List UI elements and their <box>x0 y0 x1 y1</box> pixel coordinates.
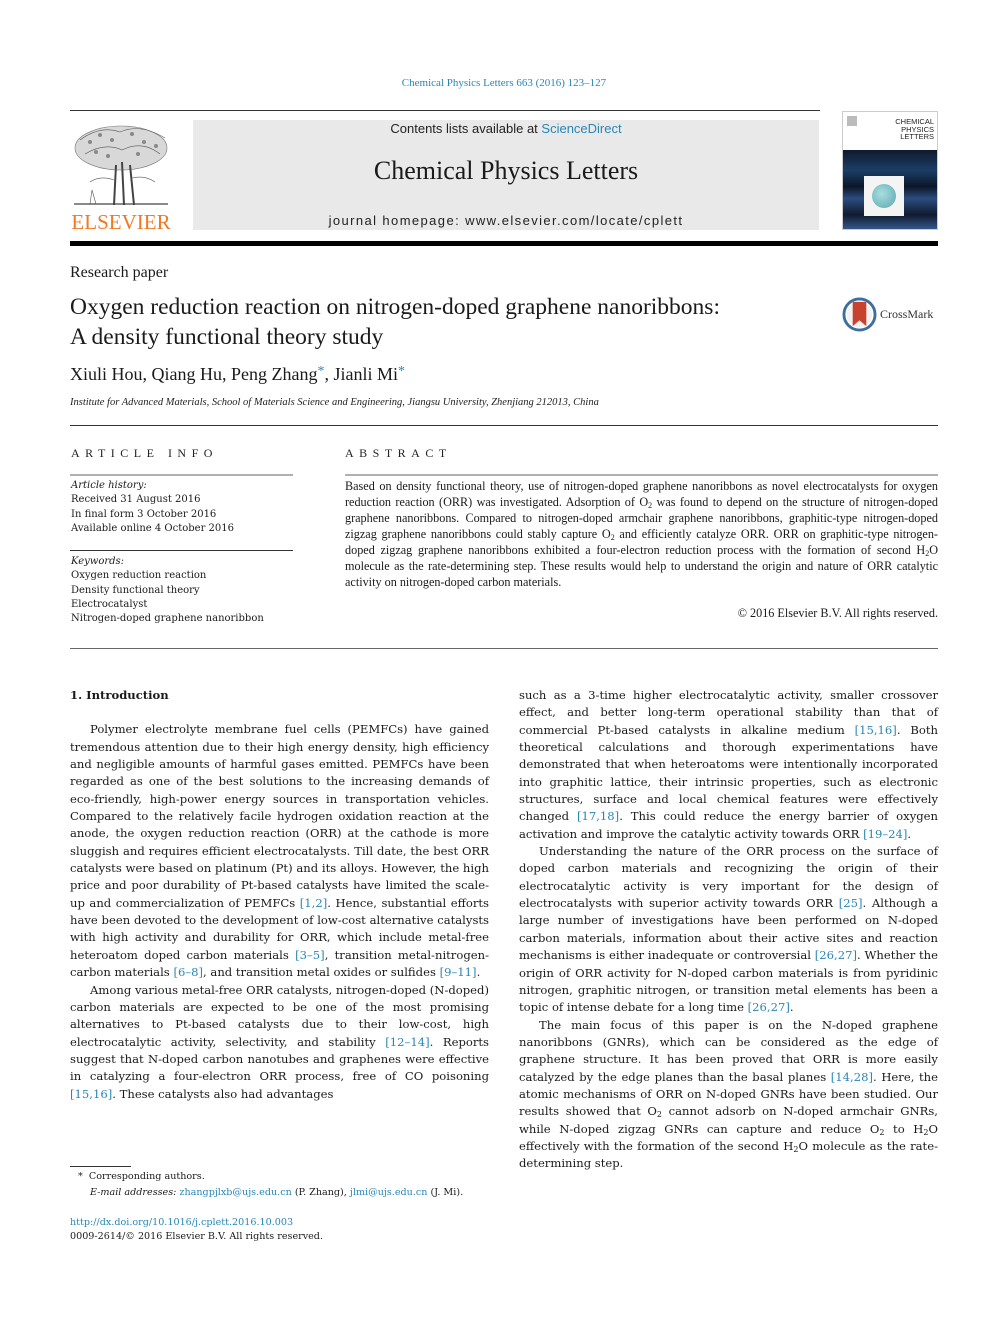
crossmark-icon <box>842 297 877 332</box>
paragraph: Understanding the nature of the ORR proc… <box>519 843 938 1016</box>
authors-group-2[interactable]: , Jianli Mi <box>324 364 398 384</box>
footnote-corresponding: * Corresponding authors. <box>78 1171 205 1182</box>
cover-title: CHEMICAL PHYSICS LETTERS <box>895 118 934 141</box>
affiliation: Institute for Advanced Materials, School… <box>70 397 599 408</box>
cover-publisher-icon <box>847 116 857 126</box>
footnote-rule <box>70 1166 131 1167</box>
cover-molecule-image <box>864 176 904 216</box>
citation-link[interactable]: [19–24] <box>863 827 907 841</box>
email-owner: (J. Mi). <box>427 1187 464 1198</box>
molecule-sphere-icon <box>872 184 896 208</box>
section-heading: 1. Introduction <box>70 688 169 702</box>
email-owner: (P. Zhang), <box>291 1187 350 1198</box>
corresponding-author-marker[interactable]: * <box>398 364 405 379</box>
paragraph: Among various metal-free ORR catalysts, … <box>70 982 489 1103</box>
body-rule <box>70 648 938 649</box>
body-column-right: such as a 3-time higher electrocatalytic… <box>519 687 938 1173</box>
keyword-item: Electrocatalyst <box>71 598 148 610</box>
email-link[interactable]: jlmi@ujs.edu.cn <box>350 1187 428 1198</box>
text-run: , and transition metal oxides or sulfide… <box>203 965 440 980</box>
footnote-emails: E-mail addresses: zhangpjlxb@ujs.edu.cn … <box>90 1187 463 1198</box>
history-item: In final form 3 October 2016 <box>71 508 217 520</box>
section-rule <box>70 425 938 426</box>
keyword-item: Density functional theory <box>71 584 200 596</box>
contents-line: Contents lists available at ScienceDirec… <box>193 121 819 136</box>
doi-link[interactable]: http://dx.doi.org/10.1016/j.cplett.2016.… <box>70 1217 293 1228</box>
footnote-text: Corresponding authors. <box>88 1171 205 1182</box>
keywords-label: Keywords: <box>71 556 125 567</box>
citation-link[interactable]: [17,18] <box>577 809 619 823</box>
footnote-marker: * <box>78 1171 83 1182</box>
elsevier-logo[interactable]: ELSEVIER <box>70 120 172 234</box>
citation-link[interactable]: [25] <box>839 896 863 910</box>
contents-prefix: Contents lists available at <box>390 121 542 136</box>
crossmark-button[interactable]: CrossMark <box>842 297 942 333</box>
article-info-heading: ARTICLE INFO <box>71 446 218 460</box>
history-label: Article history: <box>71 480 147 491</box>
citation-link[interactable]: [9–11] <box>440 965 477 979</box>
journal-title: Chemical Physics Letters <box>373 156 639 185</box>
history-item: Available online 4 October 2016 <box>71 522 234 534</box>
abstract-text: Based on density functional theory, use … <box>345 478 938 590</box>
elsevier-wordmark: ELSEVIER <box>71 210 171 234</box>
text-run: to H <box>884 1121 924 1136</box>
text-run: . <box>789 1000 794 1015</box>
author-list: Xiuli Hou, Qiang Hu, Peng Zhang *, Jianli… <box>70 364 405 385</box>
cover-header: CHEMICAL PHYSICS LETTERS <box>843 112 937 150</box>
authors-group-1[interactable]: Xiuli Hou, Qiang Hu, Peng Zhang <box>70 364 317 384</box>
text-run: . <box>476 965 481 980</box>
citation-link[interactable]: [6–8] <box>173 965 203 979</box>
journal-homepage: journal homepage: www.elsevier.com/locat… <box>193 213 819 228</box>
email-link[interactable]: zhangpjlxb@ujs.edu.cn <box>179 1187 291 1198</box>
issn-copyright: 0009-2614/© 2016 Elsevier B.V. All right… <box>70 1231 323 1242</box>
abstract-copyright: © 2016 Elsevier B.V. All rights reserved… <box>737 606 938 620</box>
title-line: Oxygen reduction reaction on nitrogen-do… <box>70 294 720 320</box>
keyword-item: Nitrogen-doped graphene nanoribbon <box>71 613 264 625</box>
abstract-heading: ABSTRACT <box>345 446 452 460</box>
journal-citation-link[interactable]: Chemical Physics Letters 663 (2016) 123–… <box>0 77 992 89</box>
citation-link[interactable]: [12–14] <box>385 1035 429 1049</box>
text-run: Polymer electrolyte membrane fuel cells … <box>70 722 489 910</box>
homepage-link[interactable]: www.elsevier.com/locate/cplett <box>465 213 683 228</box>
journal-cover-thumbnail[interactable]: CHEMICAL PHYSICS LETTERS <box>842 111 938 230</box>
citation-link[interactable]: [14,28] <box>831 1070 873 1084</box>
title-line: A density functional theory study <box>70 324 384 350</box>
header-thick-rule <box>70 241 938 246</box>
header-rule <box>70 110 820 111</box>
journal-banner: Contents lists available at ScienceDirec… <box>193 120 819 230</box>
homepage-prefix: journal homepage: <box>328 213 466 228</box>
article-history: Article history: Received 31 August 2016… <box>71 479 293 536</box>
body-column-left: 1. Introduction Polymer electrolyte memb… <box>70 687 489 1103</box>
citation-link[interactable]: [3–5] <box>295 948 325 962</box>
paragraph: Polymer electrolyte membrane fuel cells … <box>70 721 489 981</box>
crossmark-label: CrossMark <box>880 307 934 321</box>
keywords-rule <box>70 550 293 551</box>
article-title: Oxygen reduction reaction on nitrogen-do… <box>70 292 830 352</box>
history-item: Received 31 August 2016 <box>71 494 201 506</box>
citation-link[interactable]: [26,27] <box>748 1000 790 1014</box>
citation-link[interactable]: [15,16] <box>70 1087 112 1101</box>
citation-link[interactable]: [15,16] <box>855 723 897 737</box>
text-run: . <box>907 826 912 841</box>
paragraph: such as a 3-time higher electrocatalytic… <box>519 687 938 843</box>
paragraph: The main focus of this paper is on the N… <box>519 1017 938 1173</box>
abstract-rule <box>345 474 938 476</box>
citation-link[interactable]: [26,27] <box>815 948 857 962</box>
email-label: E-mail addresses: <box>90 1187 180 1198</box>
keyword-item: Oxygen reduction reaction <box>71 570 207 582</box>
keywords: Keywords: Oxygen reduction reaction Dens… <box>71 555 293 626</box>
text-run: . These catalysts also had advantages <box>112 1086 334 1101</box>
citation-link[interactable]: [1,2] <box>300 896 327 910</box>
sciencedirect-link[interactable]: ScienceDirect <box>541 121 621 136</box>
article-info-rule <box>70 474 293 476</box>
article-type: Research paper <box>70 264 169 281</box>
cover-title-line: LETTERS <box>900 132 934 141</box>
elsevier-tree-icon <box>74 125 168 206</box>
